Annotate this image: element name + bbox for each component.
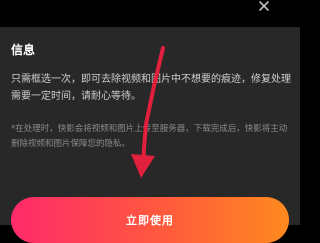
use-now-button[interactable]: 立即使用: [11, 197, 289, 243]
privacy-note: *在处理时，快影会将视频和图片上传至服务器，下载完成后，快影将主动删除视频和图片…: [11, 124, 288, 149]
top-bar: [0, 0, 300, 20]
info-dialog: 信息 只需框选一次，即可去除视频和图片中不想要的痕迹，修复处理需要一定时间，请耐…: [0, 27, 300, 243]
dialog-title: 信息: [11, 43, 36, 57]
close-icon[interactable]: [252, 0, 276, 14]
dialog-description: 只需框选一次，即可去除视频和图片中不想要的痕迹，修复处理需要一定时间，请耐心等待…: [11, 74, 291, 102]
